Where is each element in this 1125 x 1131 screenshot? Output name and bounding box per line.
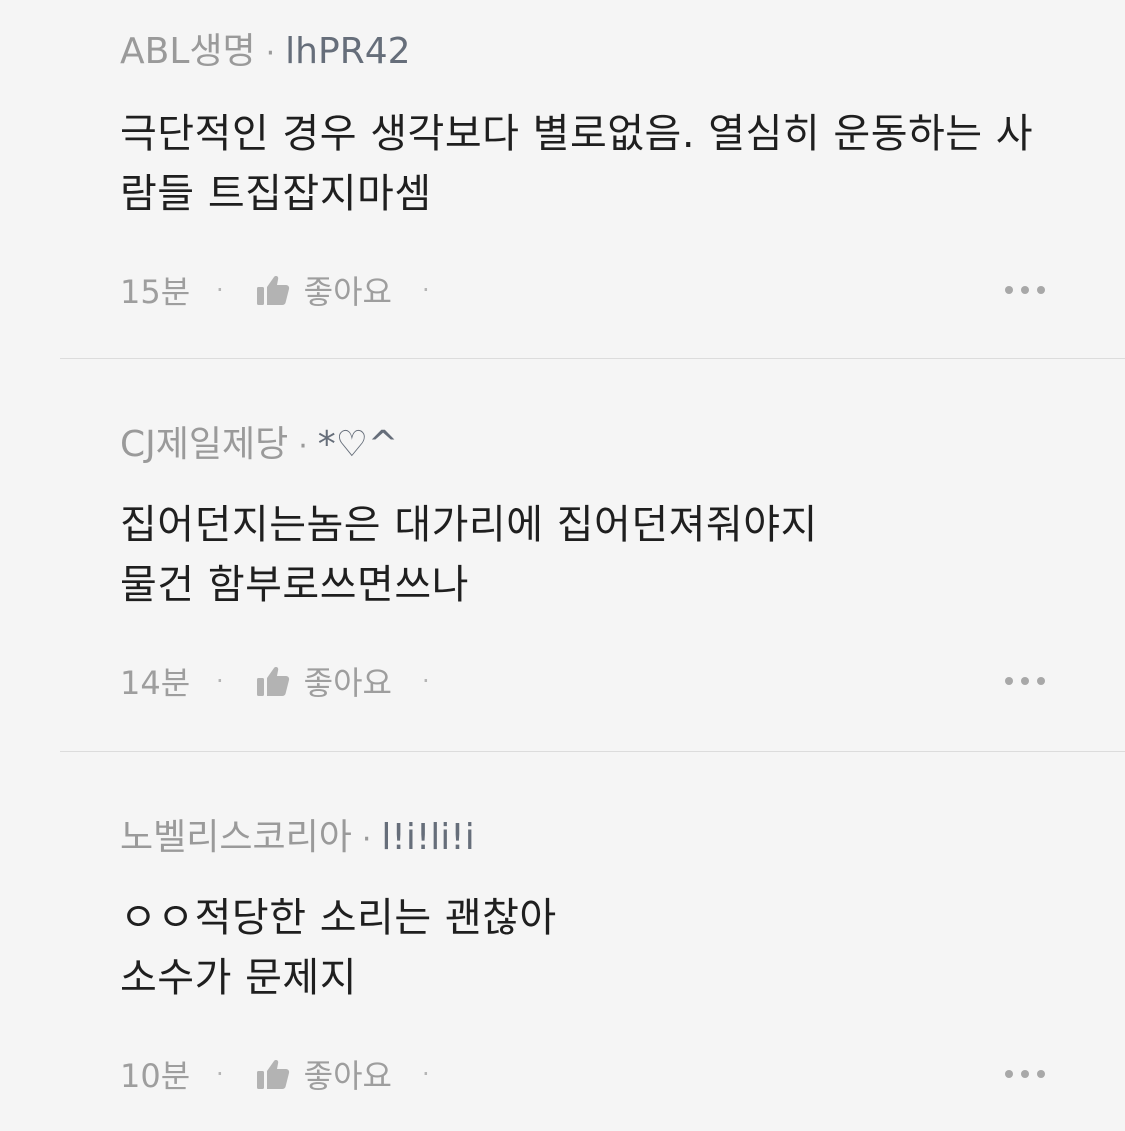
comment-body-line: ㅇㅇ적당한 소리는 괜찮아 [120,895,557,941]
comment-item: ABL생명 · lhPR42 극단적인 경우 생각보다 별로없음. 열심히 운동하는… [0,0,1125,359]
like-label: 좋아요 [303,664,392,702]
comment-time: 10분 [120,1057,191,1095]
comment-author-id[interactable]: l!i!li!i [381,817,474,858]
more-dot [1037,286,1045,294]
comment-author-id[interactable]: *♡^ [318,424,398,465]
comment-time: 15분 [120,273,191,311]
more-dots-icon [1005,1070,1013,1078]
comment-item: CJ제일제당 · *♡^ 집어던지는놈은 대가리에 집어던져줘야지 물건 함부로쓰면… [0,359,1125,752]
comment-time: 14분 [120,664,191,702]
like-button[interactable]: 좋아요 [256,658,392,704]
comment-author-name[interactable]: CJ제일제당 [120,424,288,465]
comment-meta-row: 14분 · 좋아요 · [120,659,1045,703]
more-dot [1037,1070,1045,1078]
comment-author-line: 노벨리스코리아 · l!i!li!i [120,816,475,862]
like-button[interactable]: 좋아요 [256,267,392,313]
comment-author-name[interactable]: ABL생명 [120,31,256,72]
comment-author-line: ABL생명 · lhPR42 [120,30,411,76]
comment-item: 노벨리스코리아 · l!i!li!i ㅇㅇ적당한 소리는 괜찮아 소수가 문제지 1… [0,752,1125,1131]
more-dot [1021,677,1029,685]
separator-dot: · [361,822,372,857]
comment-author-line: CJ제일제당 · *♡^ [120,423,398,469]
more-dot [1021,286,1029,294]
comment-body-line: 람들 트집잡지마셈 [120,171,432,217]
like-button[interactable]: 좋아요 [256,1051,392,1097]
comment-body: ㅇㅇ적당한 소리는 괜찮아 소수가 문제지 [120,888,1080,1008]
thumbs-up-icon [256,276,289,305]
comment-body: 집어던지는놈은 대가리에 집어던져줘야지 물건 함부로쓰면쓰나 [120,495,1080,615]
comment-body-line: 집어던지는놈은 대가리에 집어던져줘야지 [120,502,818,548]
separator-dot: · [421,1060,430,1088]
comment-body-line: 극단적인 경우 생각보다 별로없음. 열심히 운동하는 사 [120,111,1034,157]
comment-body-line: 물건 함부로쓰면쓰나 [120,562,469,608]
more-dot [1037,677,1045,685]
separator-dot: · [216,667,224,695]
more-options-button[interactable] [1005,1070,1045,1078]
like-label: 좋아요 [303,1057,392,1095]
more-options-button[interactable] [1005,677,1045,685]
comment-author-id[interactable]: lhPR42 [285,31,410,72]
comment-body-line: 소수가 문제지 [120,955,358,1001]
comment-meta-row: 10분 · 좋아요 · [120,1052,1045,1096]
separator-dot: · [298,429,308,464]
comment-meta-row: 15분 · 좋아요 · [120,268,1045,312]
separator-dot: · [216,276,224,304]
comment-body: 극단적인 경우 생각보다 별로없음. 열심히 운동하는 사 람들 트집잡지마셈 [120,104,1080,224]
more-dots-icon [1005,286,1013,294]
more-options-button[interactable] [1005,286,1045,294]
separator-dot: · [421,276,430,304]
separator-dot: · [216,1060,224,1088]
more-dot [1021,1070,1029,1078]
thumbs-up-icon [256,667,289,696]
like-label: 좋아요 [303,273,392,311]
comment-list: ABL생명 · lhPR42 극단적인 경우 생각보다 별로없음. 열심히 운동하는… [0,0,1125,1131]
thumbs-up-icon [256,1060,289,1089]
more-dots-icon [1005,677,1013,685]
separator-dot: · [421,667,430,695]
separator-dot: · [265,36,276,71]
comment-author-name[interactable]: 노벨리스코리아 [120,817,352,858]
